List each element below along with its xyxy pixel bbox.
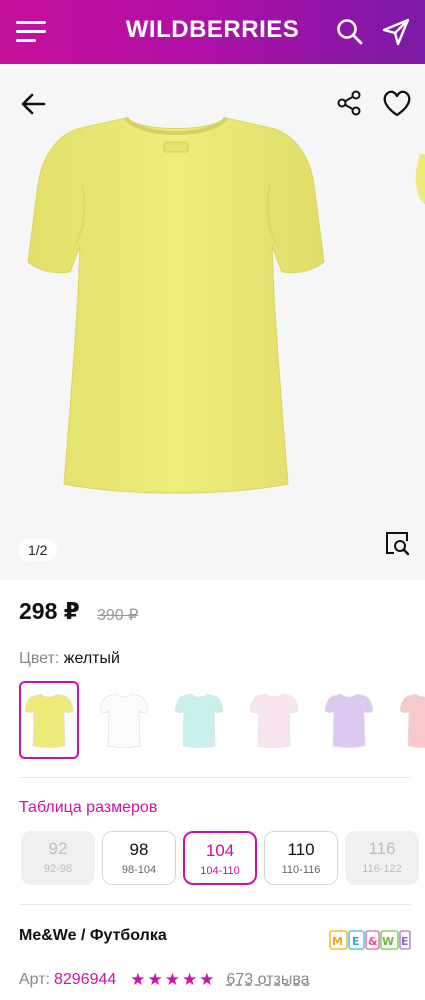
size-main-label: 116 xyxy=(368,839,396,858)
svg-text:E: E xyxy=(352,935,360,948)
size-main-label: 104 xyxy=(205,841,235,860)
color-swatch-white[interactable] xyxy=(94,681,154,759)
size-option-98[interactable]: 98 98-104 xyxy=(102,831,176,885)
old-price: 390 ₽ xyxy=(97,607,139,624)
color-swatch-pink[interactable] xyxy=(244,681,304,759)
share-icon[interactable] xyxy=(334,88,364,118)
size-option-110[interactable]: 110 110-116 xyxy=(264,831,338,885)
search-icon[interactable] xyxy=(334,16,366,48)
size-main-label: 98 xyxy=(129,840,149,859)
size-main-label: 92 xyxy=(48,839,68,858)
product-gallery[interactable]: 1/2 xyxy=(0,64,425,580)
color-swatch-mint[interactable] xyxy=(169,681,229,759)
zoom-search-icon[interactable] xyxy=(383,529,411,557)
top-app-bar: WILDBERRIES xyxy=(0,0,425,64)
tshirt-thumbnail-icon xyxy=(400,693,425,748)
color-swatch-yellow[interactable] xyxy=(19,681,79,759)
color-swatch-coral[interactable] xyxy=(394,681,425,759)
color-swatches xyxy=(19,681,425,759)
size-option-92[interactable]: 92 92-98 xyxy=(21,831,95,885)
image-counter: 1/2 xyxy=(18,539,58,561)
svg-text:E: E xyxy=(401,935,409,948)
article-label: Арт: xyxy=(19,971,50,988)
svg-text:W: W xyxy=(382,935,394,948)
next-image-preview[interactable] xyxy=(408,154,425,204)
size-range-label: 116-122 xyxy=(362,863,402,875)
svg-text:M: M xyxy=(332,935,343,948)
tshirt-thumbnail-icon xyxy=(325,693,373,748)
size-range-label: 110-116 xyxy=(281,864,321,876)
article-number[interactable]: 8296944 xyxy=(54,971,116,989)
size-range-label: 104-110 xyxy=(200,865,240,877)
rating-stars-icon: ★★★★★ xyxy=(130,970,217,989)
size-option-104[interactable]: 104 104-110 xyxy=(183,831,257,885)
divider xyxy=(19,904,411,905)
reviews-link[interactable]: 673 отзыва xyxy=(227,971,310,989)
color-swatch-lilac[interactable] xyxy=(319,681,379,759)
divider xyxy=(19,777,411,778)
svg-text:&: & xyxy=(368,935,378,948)
current-price: 298 ₽ xyxy=(19,598,80,624)
article-rating-row: Арт: 8296944 ★★★★★ 673 отзыва xyxy=(19,970,310,990)
tshirt-thumbnail-icon xyxy=(175,693,223,748)
product-name[interactable]: Me&We / Футболка xyxy=(19,927,167,945)
color-label-row: Цвет: желтый xyxy=(19,650,120,668)
size-table-link[interactable]: Таблица размеров xyxy=(19,799,157,817)
location-arrow-icon[interactable] xyxy=(380,16,412,48)
size-range-label: 92-98 xyxy=(43,863,73,875)
brand-logo[interactable]: M E & W E xyxy=(329,929,411,951)
tshirt-thumbnail-icon xyxy=(250,693,298,748)
tshirt-thumbnail-icon xyxy=(100,693,148,748)
size-option-116[interactable]: 116 116-122 xyxy=(345,831,419,885)
color-value: желтый xyxy=(63,650,120,667)
size-main-label: 110 xyxy=(287,840,315,859)
product-image-tshirt[interactable] xyxy=(26,114,326,494)
color-label: Цвет: xyxy=(19,650,60,667)
size-selector: 92 92-98 98 98-104 104 104-110 110 110-116 116 11… xyxy=(19,831,425,887)
tshirt-thumbnail-icon xyxy=(25,693,73,748)
heart-icon[interactable] xyxy=(381,88,413,118)
size-range-label: 98-104 xyxy=(121,864,157,876)
